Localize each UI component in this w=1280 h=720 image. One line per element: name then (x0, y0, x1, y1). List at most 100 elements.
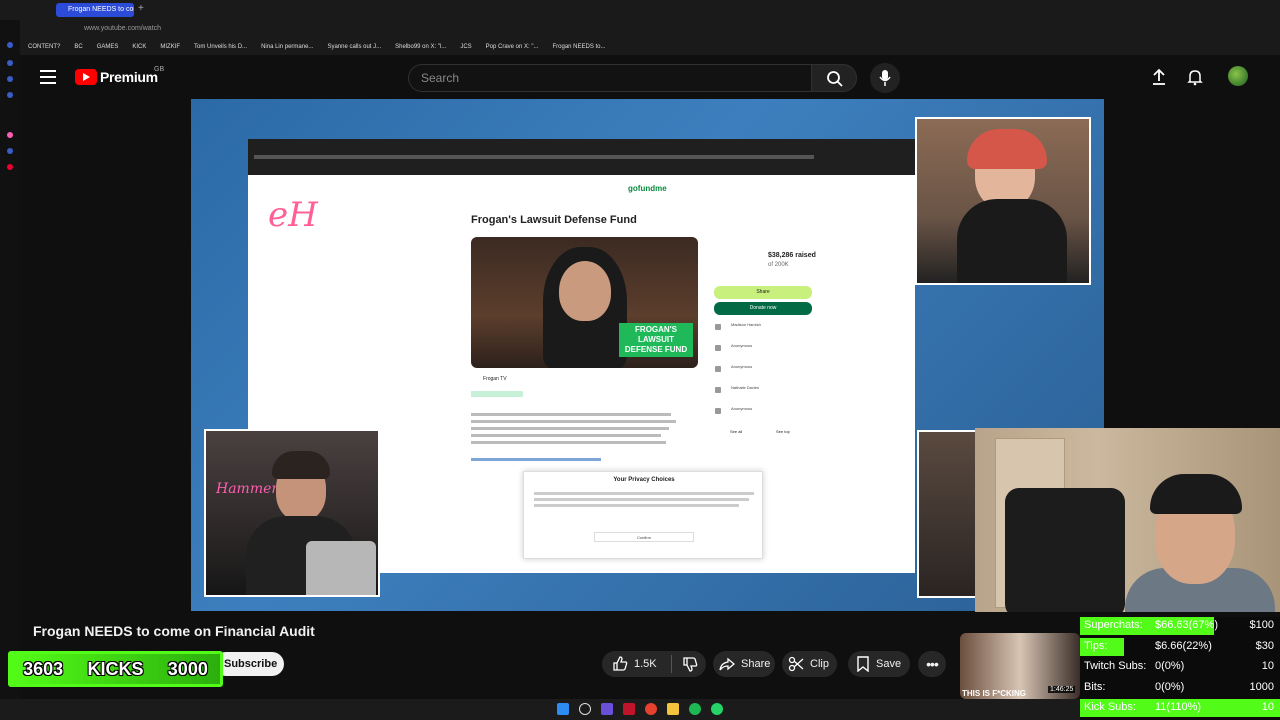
sidebar-app-icon[interactable] (7, 76, 13, 82)
bookmark-icon (857, 656, 869, 672)
bookmark-item[interactable]: Shelbo99 on X: "l... (395, 40, 446, 55)
description-line (471, 427, 669, 430)
bookmark-item[interactable]: Frogan NEEDS to... (552, 40, 605, 55)
url-text[interactable]: www.youtube.com/watch (84, 25, 161, 32)
more-icon: ••• (926, 656, 939, 672)
menu-icon[interactable] (40, 70, 56, 84)
new-tab-icon[interactable]: + (138, 3, 144, 14)
amount-raised: $38,286 raised (768, 252, 816, 259)
bookmark-item[interactable]: Nina Lin permane... (261, 40, 313, 55)
goal-value: 0(0%) (1155, 660, 1185, 673)
fundraiser-goal: of 200K (768, 262, 789, 268)
organizer-name: Frogan TV (483, 376, 507, 382)
bookmark-item[interactable]: BC (74, 40, 82, 55)
guest-camera-right (917, 430, 977, 598)
gofundme-logo: gofundme (628, 184, 667, 193)
donation-protected-badge (471, 391, 523, 397)
description-line (471, 434, 661, 437)
notifications-bell-icon[interactable] (1186, 68, 1204, 86)
share-icon (719, 657, 735, 671)
taskbar (0, 699, 1080, 720)
app-icon[interactable] (601, 703, 613, 715)
sidebar-app-icon[interactable] (7, 60, 13, 66)
video-player[interactable]: eH gofundme Frogan's Lawsuit Defense Fun… (191, 99, 1104, 611)
goal-label: Kick Subs: (1084, 701, 1136, 714)
kicks-label: KICKS (87, 658, 144, 679)
donor-row: Madison Hamish (715, 322, 805, 336)
bookmark-item[interactable]: Tom Unveils his D... (194, 40, 247, 55)
video-title: Frogan NEEDS to come on Financial Audit (33, 623, 315, 639)
subscribe-button[interactable]: Subscribe (214, 652, 284, 676)
search-input[interactable]: Search (408, 64, 811, 92)
search-icon[interactable] (579, 703, 591, 715)
upload-icon[interactable] (1150, 68, 1168, 86)
bookmark-item[interactable]: JCS (460, 40, 471, 55)
channel-watermark: eH (268, 195, 318, 235)
donor-row: Anonymous (715, 364, 805, 378)
see-top-link: See top (776, 429, 790, 434)
bookmarks-bar: CONTENT? BC GAMES KICK MIZKIF Tom Unveil… (20, 40, 1280, 55)
goal-row: Twitch Subs: 0(0%) 10 (1080, 658, 1280, 678)
goal-target: 1000 (1249, 680, 1274, 693)
goal-label: Superchats: (1084, 619, 1143, 631)
sidebar-app-icon[interactable] (7, 92, 13, 98)
youtube-logo-icon[interactable] (75, 69, 97, 85)
goal-label: Twitch Subs: (1084, 660, 1147, 673)
chrome-icon[interactable] (645, 703, 657, 715)
sidebar-app-icon[interactable] (7, 42, 13, 48)
browser-tab[interactable]: Frogan NEEDS to com (56, 3, 134, 17)
recommended-video-caption: THIS IS F*CKING (962, 689, 1027, 698)
bookmark-item[interactable]: KICK (132, 40, 146, 55)
goal-target: 10 (1261, 660, 1274, 673)
whatsapp-icon[interactable] (711, 703, 723, 715)
goal-row: Bits: 0(0%) 1000 (1080, 679, 1280, 699)
description-link (471, 458, 601, 461)
voice-search-button[interactable] (870, 63, 900, 93)
spotify-icon[interactable] (689, 703, 701, 715)
more-actions-button[interactable]: ••• (918, 651, 946, 677)
account-avatar[interactable] (1228, 66, 1248, 86)
goal-row: Tips: $6.66(22%) $30 (1080, 637, 1280, 658)
search-button[interactable] (811, 64, 857, 92)
browser-app-icon[interactable] (623, 703, 635, 715)
search-icon (827, 71, 843, 87)
gfm-share-button: Share (714, 286, 812, 299)
browser-sidebar (0, 20, 20, 720)
description-line (471, 420, 676, 423)
description-line (471, 413, 671, 416)
goal-target: $30 (1255, 639, 1274, 652)
bookmark-item[interactable]: Syanne calls out J... (327, 40, 381, 55)
sidebar-app-icon[interactable] (7, 148, 13, 154)
like-button[interactable]: 1.5K (602, 651, 706, 677)
gfm-donate-button: Donate now (714, 302, 812, 315)
kicks-goal: 3000 (167, 658, 208, 679)
thumbs-down-icon[interactable] (682, 656, 698, 672)
guest-camera-bottom: Hammer (204, 429, 380, 597)
goal-row: Kick Subs: 11(110%) 10 (1080, 699, 1280, 719)
video-frame-browser-chrome (248, 139, 915, 175)
logo-text[interactable]: Premium (100, 69, 158, 85)
donor-row: Anonymous (715, 343, 805, 357)
address-bar[interactable] (20, 20, 1280, 40)
windows-start-icon[interactable] (557, 703, 569, 715)
sidebar-app-icon[interactable] (7, 164, 13, 170)
goal-value: 11(110%) (1155, 701, 1202, 714)
tab-bar (0, 0, 1280, 20)
recommended-video-duration: 1:46:25 (1048, 686, 1076, 693)
goal-value: 0(0%) (1155, 680, 1185, 693)
bookmark-item[interactable]: GAMES (97, 40, 119, 55)
sidebar-app-icon[interactable] (7, 132, 13, 138)
fundraiser-title: Frogan's Lawsuit Defense Fund (471, 214, 637, 226)
scissors-icon (788, 656, 804, 672)
bookmark-item[interactable]: CONTENT? (28, 40, 60, 55)
bookmark-item[interactable]: Pop Crave on X: "... (486, 40, 539, 55)
save-button[interactable]: Save (848, 651, 910, 677)
donor-row: Anonymous (715, 406, 805, 420)
bookmark-item[interactable]: MIZKIF (160, 40, 180, 55)
goal-target: 10 (1261, 701, 1274, 714)
share-button[interactable]: Share (713, 651, 775, 677)
goal-value: $66.63(67%) (1155, 619, 1218, 631)
streamer-webcam (975, 428, 1280, 612)
clip-button[interactable]: Clip (782, 651, 837, 677)
folder-icon[interactable] (667, 703, 679, 715)
